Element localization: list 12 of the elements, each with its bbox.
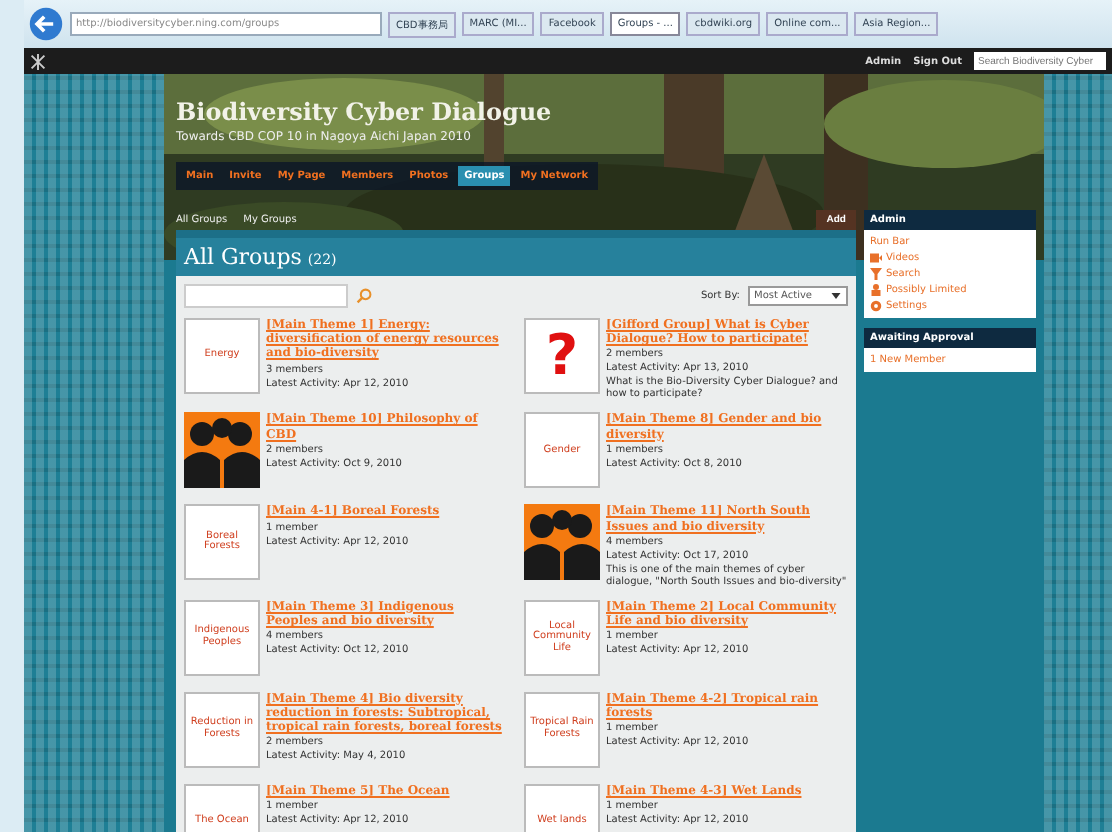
video-icon (870, 252, 882, 264)
person-icon (870, 284, 882, 296)
settings-icon (870, 300, 882, 312)
star-icon[interactable] (30, 53, 46, 69)
site-title: Biodiversity Cyber Dialogue (176, 98, 554, 126)
people-icon[interactable] (184, 412, 260, 489)
page-heading: All Groups (184, 244, 302, 270)
funnel-icon (870, 268, 882, 280)
caret-icon (830, 290, 842, 302)
search-field[interactable] (184, 284, 348, 308)
group-thumbnail[interactable]: ? (524, 318, 600, 394)
people-icon[interactable] (524, 504, 600, 581)
